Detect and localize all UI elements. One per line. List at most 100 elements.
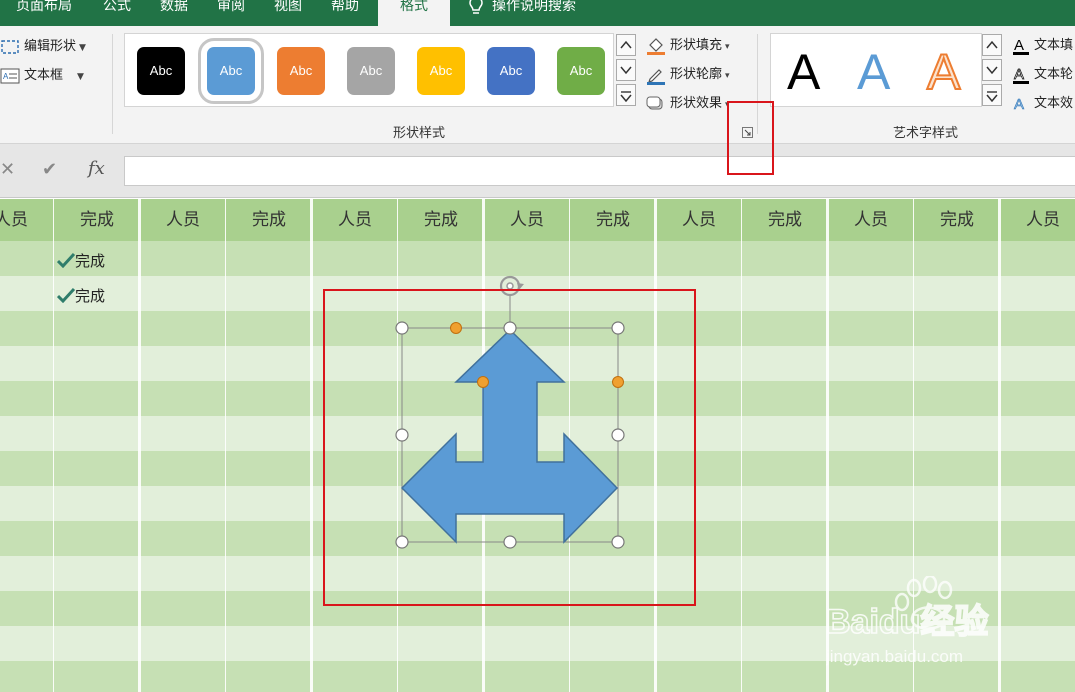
baidu-paw-logo: Baidu经验 jingyan.baidu.com bbox=[825, 574, 989, 666]
text-fill-icon: A bbox=[1013, 37, 1029, 55]
expand-gallery-icon bbox=[986, 91, 998, 102]
baidu-jingyan-watermark: Baidu经验 jingyan.baidu.com bbox=[825, 574, 1016, 670]
text-outline-icon: A bbox=[1013, 65, 1029, 84]
group-divider bbox=[112, 34, 113, 134]
tab-review[interactable]: 审阅 bbox=[217, 0, 245, 19]
tab-page-layout[interactable]: 页面布局 bbox=[16, 0, 72, 19]
shape-outline-label: 形状轮廓 bbox=[670, 67, 723, 82]
gallery-more-button[interactable] bbox=[616, 84, 636, 106]
column-divider bbox=[225, 199, 226, 692]
column-header: 人员 bbox=[0, 199, 54, 241]
formula-input[interactable] bbox=[124, 156, 1075, 186]
chevron-down-icon bbox=[986, 66, 998, 75]
text-box-button[interactable]: A 文本框 ▼ bbox=[0, 64, 84, 84]
column-header: 完成 bbox=[54, 199, 140, 241]
svg-text:A: A bbox=[3, 72, 9, 81]
checkmark-icon bbox=[56, 252, 76, 269]
shape-style-swatch-selected[interactable]: Abc bbox=[198, 38, 264, 104]
shape-effects-label: 形状效果 bbox=[670, 96, 723, 111]
wordart-more-button[interactable] bbox=[982, 84, 1002, 106]
tab-data[interactable]: 数据 bbox=[160, 0, 188, 19]
column-divider bbox=[310, 199, 313, 692]
cell-text: 完成 bbox=[75, 252, 106, 270]
expand-gallery-icon bbox=[620, 91, 632, 102]
shape-style-swatch[interactable]: Abc bbox=[417, 47, 465, 95]
wordart-scroll-up[interactable] bbox=[982, 34, 1002, 56]
shape-effects-icon bbox=[646, 96, 663, 109]
shape-outline-button[interactable]: 形状轮廓 ▾ bbox=[646, 63, 730, 85]
paint-bucket-icon bbox=[647, 37, 665, 55]
formula-bar: ✕ ✔ fx bbox=[0, 144, 1075, 198]
tab-format[interactable]: 格式 bbox=[378, 0, 450, 26]
wordart-sample-orange-outline[interactable]: A bbox=[926, 42, 961, 102]
wordart-styles-gallery: A A A bbox=[770, 33, 982, 107]
column-header: 完成 bbox=[914, 199, 1000, 241]
svg-text:A: A bbox=[1014, 66, 1024, 83]
highlight-selected-shape bbox=[323, 289, 696, 606]
enter-icon[interactable]: ✔ bbox=[42, 159, 57, 180]
column-divider bbox=[53, 199, 54, 692]
chevron-down-icon: ▼ bbox=[77, 72, 84, 82]
shape-style-swatch[interactable]: Abc bbox=[137, 47, 185, 95]
shape-fill-label: 形状填充 bbox=[670, 38, 723, 53]
wordart-styles-group-label: 艺术字样式 bbox=[893, 126, 959, 141]
shape-effects-button[interactable]: 形状效果 ▾ bbox=[646, 92, 730, 113]
lightbulb-icon bbox=[469, 0, 483, 14]
text-fill-button[interactable]: A 文本填 bbox=[1012, 34, 1073, 56]
shape-fill-button[interactable]: 形状填充 ▾ bbox=[646, 34, 730, 56]
tell-me-label: 操作说明搜索 bbox=[492, 0, 576, 14]
text-box-icon: A bbox=[0, 68, 20, 83]
column-divider bbox=[741, 199, 742, 692]
column-header: 人员 bbox=[484, 199, 570, 241]
watermark-url: jingyan.baidu.com bbox=[826, 647, 963, 666]
shape-style-swatch[interactable]: Abc bbox=[487, 47, 535, 95]
chevron-down-icon bbox=[620, 66, 632, 75]
cell-text: 完成 bbox=[75, 287, 106, 305]
chevron-up-icon bbox=[986, 40, 998, 49]
wordart-sample-black[interactable]: A bbox=[787, 42, 820, 102]
chevron-up-icon bbox=[620, 40, 632, 49]
column-header: 人员 bbox=[656, 199, 742, 241]
shape-style-swatch[interactable]: Abc bbox=[557, 47, 605, 95]
text-box-label: 文本框 bbox=[24, 68, 64, 83]
insert-function-icon[interactable]: fx bbox=[88, 158, 105, 179]
column-header: 人员 bbox=[140, 199, 226, 241]
wordart-sample-blue[interactable]: A bbox=[857, 42, 890, 102]
tab-formulas[interactable]: 公式 bbox=[103, 0, 131, 19]
tell-me-search[interactable]: 操作说明搜索 bbox=[468, 0, 576, 19]
svg-text:A: A bbox=[1014, 37, 1024, 54]
column-header: 完成 bbox=[742, 199, 828, 241]
chevron-down-icon: ▼ bbox=[79, 43, 86, 53]
text-outline-button[interactable]: A 文本轮 bbox=[1012, 63, 1073, 85]
column-divider bbox=[138, 199, 141, 692]
chevron-down-icon: ▾ bbox=[725, 42, 730, 52]
gallery-scroll-down[interactable] bbox=[616, 59, 636, 81]
text-outline-label: 文本轮 bbox=[1034, 67, 1074, 82]
column-header: 人员 bbox=[312, 199, 398, 241]
tab-view[interactable]: 视图 bbox=[274, 0, 302, 19]
checked-cell[interactable]: 完成 bbox=[56, 250, 106, 271]
wordart-scroll-down[interactable] bbox=[982, 59, 1002, 81]
column-header: 人员 bbox=[1000, 199, 1075, 241]
edit-shape-button[interactable]: 编辑形状 ▼ bbox=[0, 35, 86, 55]
checked-cell[interactable]: 完成 bbox=[56, 285, 106, 306]
edit-shape-label: 编辑形状 bbox=[24, 39, 77, 54]
tab-help[interactable]: 帮助 bbox=[331, 0, 359, 19]
column-header: 完成 bbox=[226, 199, 312, 241]
text-effects-icon: A bbox=[1014, 95, 1025, 113]
text-effects-button[interactable]: A 文本效 bbox=[1012, 92, 1073, 114]
shape-styles-group-label: 形状样式 bbox=[393, 126, 446, 141]
gallery-scroll-up[interactable] bbox=[616, 34, 636, 56]
text-fill-label: 文本填 bbox=[1034, 38, 1074, 53]
edit-shape-icon bbox=[1, 39, 19, 54]
column-header: 完成 bbox=[398, 199, 484, 241]
highlight-dialog-launcher bbox=[727, 101, 774, 175]
shape-style-swatch[interactable]: Abc bbox=[277, 47, 325, 95]
shape-styles-gallery: Abc Abc Abc Abc Abc Abc Abc bbox=[124, 33, 614, 107]
cancel-icon[interactable]: ✕ bbox=[0, 159, 15, 180]
ribbon-tab-bar: 页面布局 公式 数据 审阅 视图 帮助 格式 操作说明搜索 bbox=[0, 0, 1075, 26]
pencil-icon bbox=[647, 68, 665, 85]
text-effects-label: 文本效 bbox=[1034, 96, 1074, 111]
shape-style-swatch[interactable]: Abc bbox=[347, 47, 395, 95]
column-header: 人员 bbox=[828, 199, 914, 241]
